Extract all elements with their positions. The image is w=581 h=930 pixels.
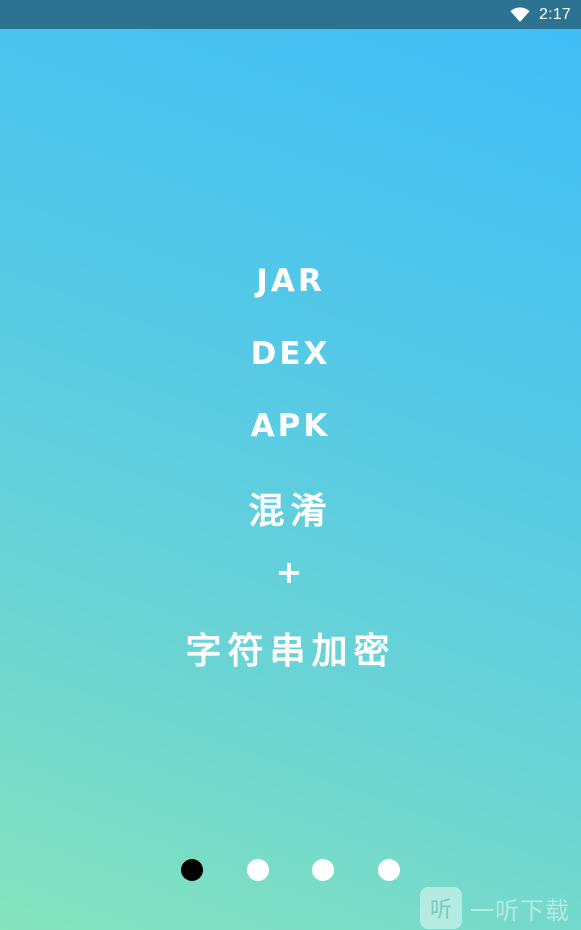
intro-line-jar: JAR: [256, 263, 325, 299]
page-indicator: [0, 859, 581, 881]
intro-line-dex: DEX: [250, 336, 331, 372]
watermark-text: 一听下载: [470, 896, 570, 925]
watermark: 听 一听下载: [420, 887, 570, 929]
page-dot-4[interactable]: [378, 859, 400, 881]
page-dot-3[interactable]: [312, 859, 334, 881]
intro-line-apk: APK: [250, 408, 331, 444]
page-dot-2[interactable]: [247, 859, 269, 881]
intro-line-plus: +: [275, 553, 306, 591]
page-dot-1[interactable]: [181, 859, 203, 881]
intro-slide[interactable]: JAR DEX APK 混淆 + 字符串加密: [0, 0, 581, 930]
watermark-logo: 听: [420, 887, 462, 929]
intro-line-string-encryption: 字符串加密: [185, 631, 396, 672]
intro-line-obfuscation: 混淆: [248, 491, 333, 532]
